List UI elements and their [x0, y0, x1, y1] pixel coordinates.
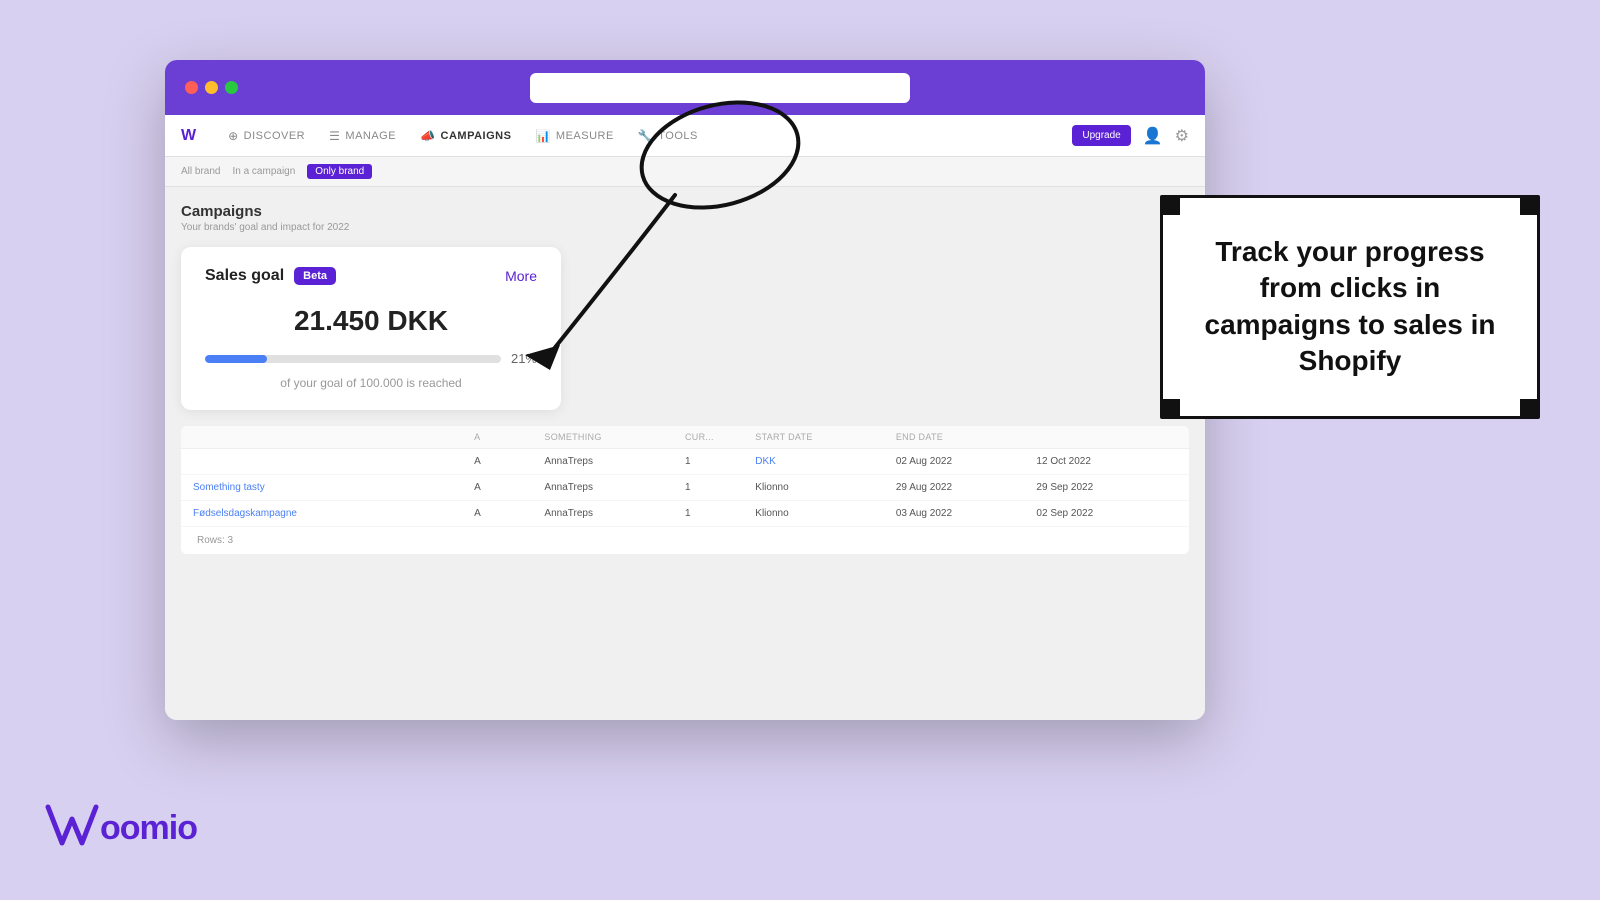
table-row: A AnnaTreps 1 DKK 02 Aug 2022 12 Oct 202…: [181, 449, 1189, 475]
row-2-start: 29 Aug 2022: [896, 482, 1037, 493]
fullscreen-button-icon[interactable]: [225, 81, 238, 94]
user-icon[interactable]: 👤: [1143, 126, 1163, 146]
card-title-group: Sales goal Beta: [205, 267, 336, 285]
woomio-logo: oomio: [40, 799, 220, 860]
corner-bl: [1160, 399, 1180, 419]
row-1-type: A: [474, 456, 544, 467]
corner-tr: [1520, 195, 1540, 215]
row-3-currency: Klionno: [755, 508, 896, 519]
sub-nav-only-brand[interactable]: Only brand: [307, 164, 372, 179]
row-3-end: 02 Sep 2022: [1036, 508, 1177, 519]
app-logo: W: [181, 127, 196, 145]
col-header-extra: [1036, 432, 1177, 442]
progress-bar-background: [205, 355, 501, 363]
row-1-end: 12 Oct 2022: [1036, 456, 1177, 467]
nav-item-campaigns[interactable]: 📣 Campaigns: [420, 129, 511, 143]
page-subtitle: Your brands' goal and impact for 2022: [181, 222, 1189, 233]
nav-item-tools[interactable]: 🔧 Tools: [638, 129, 698, 143]
sales-goal-card: Sales goal Beta More 21.450 DKK 21% of y…: [181, 247, 561, 410]
table-header-row: A Something Cur... Start Date End Date: [181, 426, 1189, 449]
col-header-end: End Date: [896, 432, 1037, 442]
row-1-start: 02 Aug 2022: [896, 456, 1037, 467]
table-footer: Rows: 3: [181, 527, 1189, 554]
row-2-col3: AnnaTreps: [544, 482, 685, 493]
main-nav: W ⊕ Discover ☰ Manage 📣 Campaigns 📊 Meas…: [165, 115, 1205, 157]
sub-nav-in-campaign[interactable]: In a campaign: [232, 166, 295, 177]
tools-icon: 🔧: [638, 129, 653, 143]
row-3-type: A: [474, 508, 544, 519]
col-header-currency: Cur...: [685, 432, 755, 442]
card-header: Sales goal Beta More: [205, 267, 537, 285]
nav-actions: Upgrade 👤 ⚙: [1072, 125, 1189, 146]
upgrade-button[interactable]: Upgrade: [1072, 125, 1130, 146]
nav-item-discover[interactable]: ⊕ Discover: [228, 129, 305, 143]
row-1-col3: AnnaTreps: [544, 456, 685, 467]
page-content: Campaigns Your brands' goal and impact f…: [165, 187, 1205, 720]
row-3-name: Fødselsdagskampagne: [193, 508, 474, 519]
row-2-currency: Klionno: [755, 482, 896, 493]
col-header-type: A: [474, 432, 544, 442]
minimize-button-icon[interactable]: [205, 81, 218, 94]
row-2-end: 29 Sep 2022: [1036, 482, 1177, 493]
col-header-col3: Something: [544, 432, 685, 442]
nav-item-manage[interactable]: ☰ Manage: [329, 129, 396, 143]
more-link[interactable]: More: [505, 268, 537, 284]
goal-text: of your goal of 100.000 is reached: [205, 376, 537, 390]
row-2-name: Something tasty: [193, 482, 474, 493]
col-header-start: Start Date: [755, 432, 896, 442]
callout-text: Track your progress from clicks in campa…: [1195, 234, 1505, 380]
row-3-count: 1: [685, 508, 755, 519]
manage-icon: ☰: [329, 129, 340, 143]
progress-row: 21%: [205, 351, 537, 366]
corner-br: [1520, 399, 1540, 419]
row-3-col3: AnnaTreps: [544, 508, 685, 519]
callout-box: Track your progress from clicks in campa…: [1160, 195, 1540, 419]
browser-chrome: [165, 60, 1205, 115]
page-title: Campaigns: [181, 203, 1189, 220]
sub-nav-all-brand[interactable]: All brand: [181, 166, 220, 177]
nav-item-measure[interactable]: 📊 Measure: [535, 129, 613, 143]
settings-icon[interactable]: ⚙: [1175, 126, 1189, 146]
col-header-name: [193, 432, 474, 442]
traffic-lights: [185, 81, 238, 94]
progress-bar-fill: [205, 355, 267, 363]
amount-display: 21.450 DKK: [205, 305, 537, 337]
row-1-count: 1: [685, 456, 755, 467]
discover-icon: ⊕: [228, 129, 239, 143]
app-content: W ⊕ Discover ☰ Manage 📣 Campaigns 📊 Meas…: [165, 115, 1205, 720]
corner-tl: [1160, 195, 1180, 215]
row-2-count: 1: [685, 482, 755, 493]
sub-nav: All brand In a campaign Only brand: [165, 157, 1205, 187]
measure-icon: 📊: [535, 129, 550, 143]
row-3-start: 03 Aug 2022: [896, 508, 1037, 519]
campaigns-table: A Something Cur... Start Date End Date A…: [181, 426, 1189, 554]
row-1-currency: DKK: [755, 456, 896, 467]
browser-window: W ⊕ Discover ☰ Manage 📣 Campaigns 📊 Meas…: [165, 60, 1205, 720]
address-bar[interactable]: [530, 73, 910, 103]
card-title: Sales goal: [205, 267, 284, 285]
svg-text:oomio: oomio: [100, 809, 197, 847]
campaigns-icon: 📣: [420, 129, 435, 143]
close-button-icon[interactable]: [185, 81, 198, 94]
progress-percent: 21%: [511, 351, 537, 366]
beta-badge: Beta: [294, 267, 336, 285]
row-2-type: A: [474, 482, 544, 493]
table-row: Something tasty A AnnaTreps 1 Klionno 29…: [181, 475, 1189, 501]
table-row: Fødselsdagskampagne A AnnaTreps 1 Klionn…: [181, 501, 1189, 527]
